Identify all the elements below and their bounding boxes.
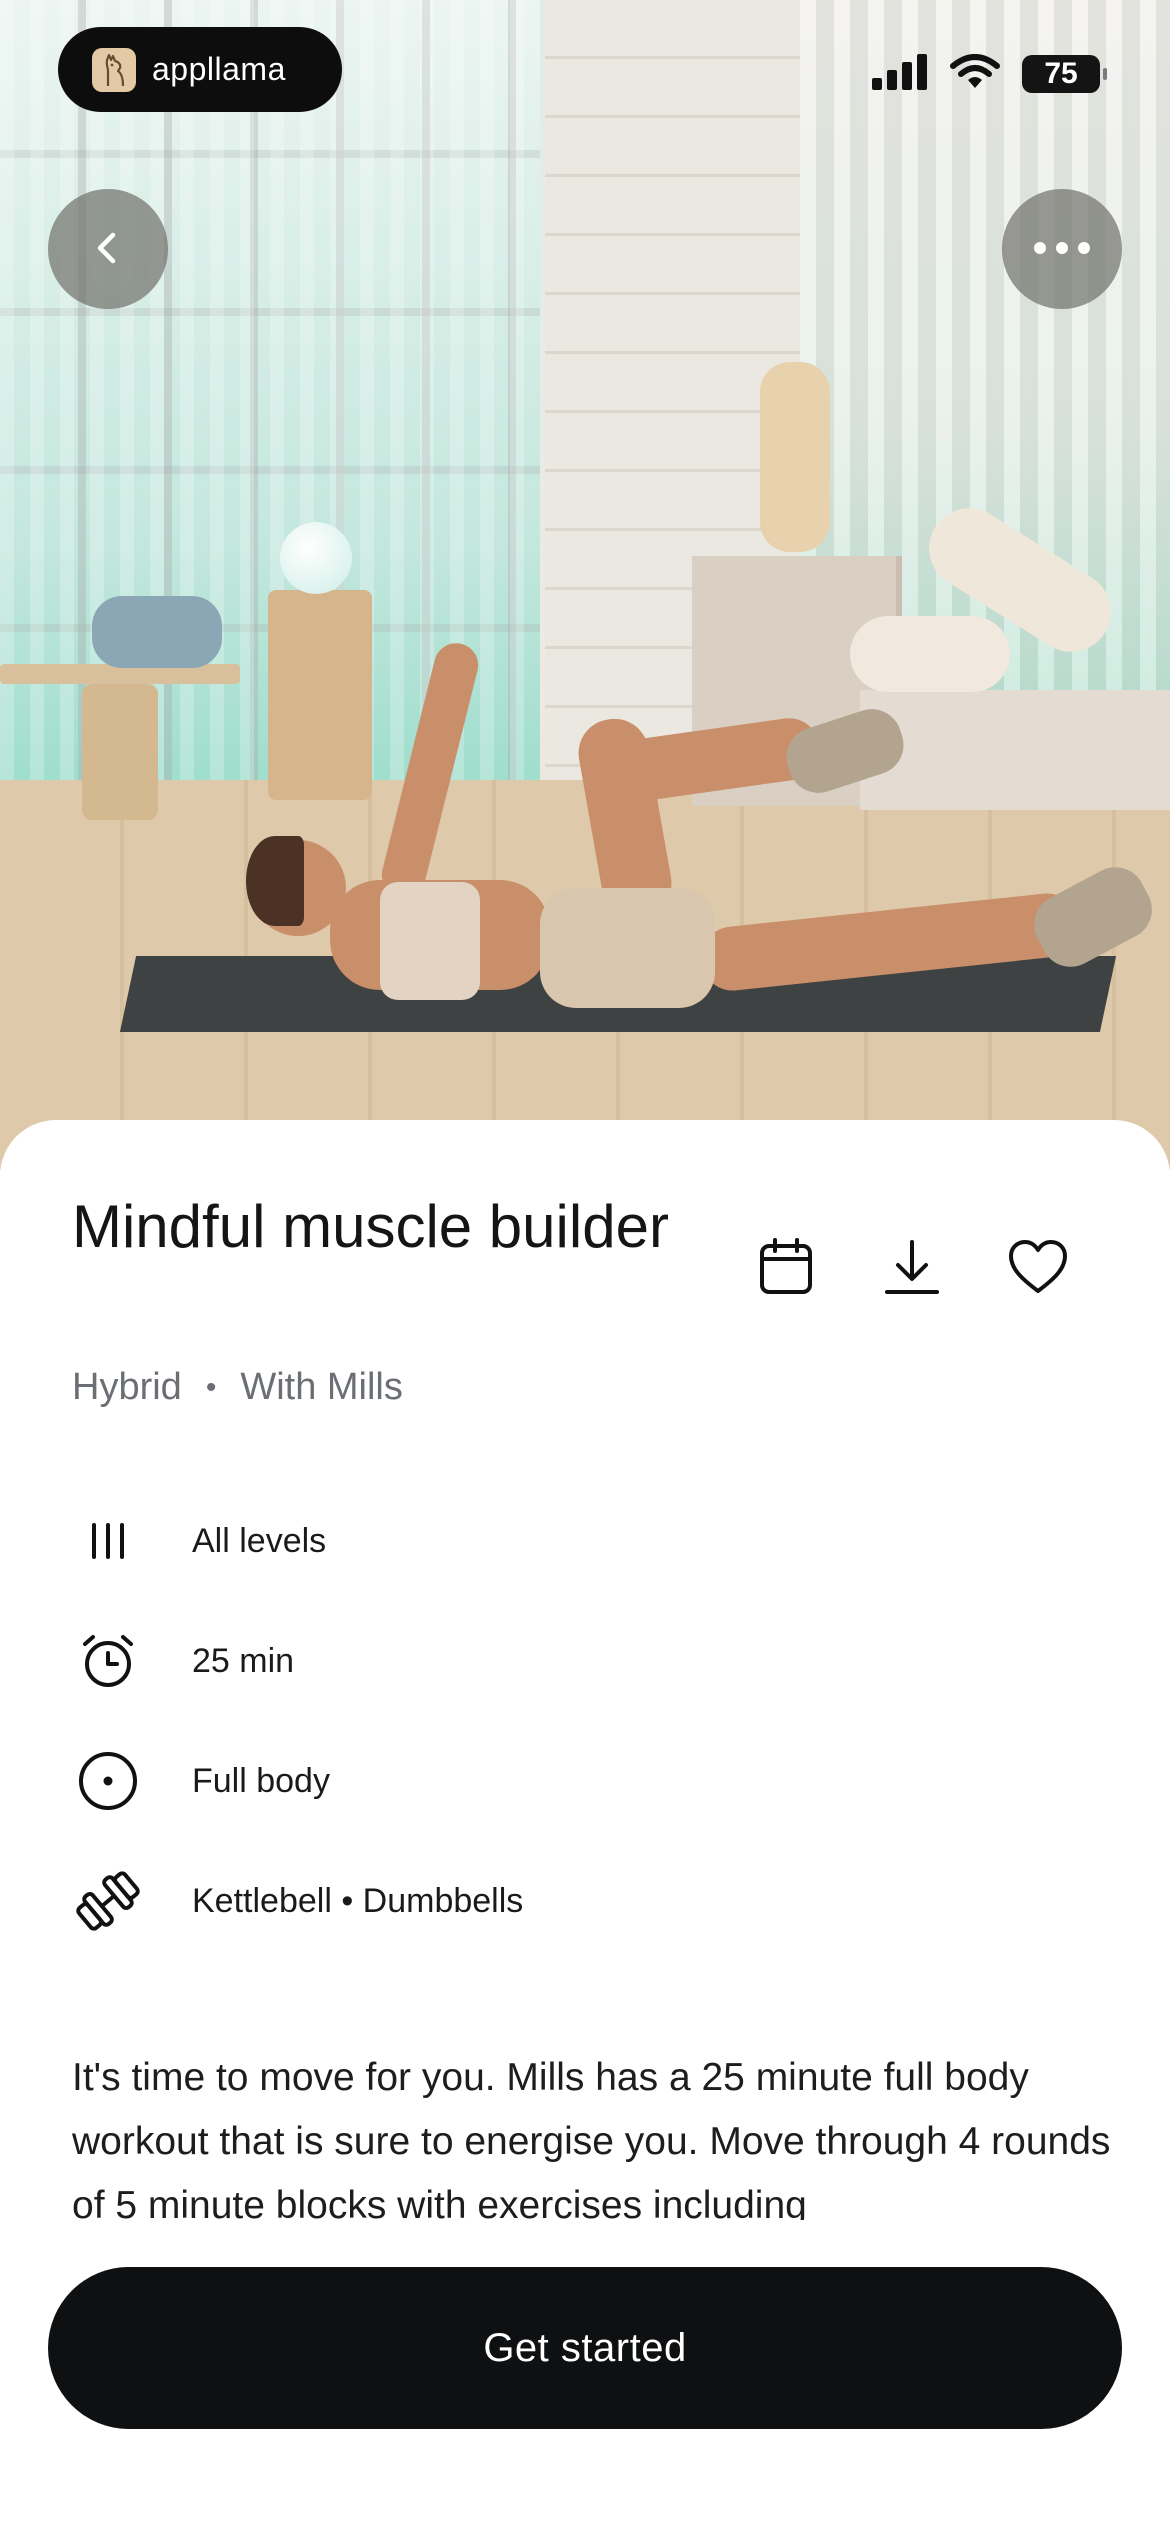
detail-level: All levels [72,1505,326,1577]
download-button[interactable] [876,1232,948,1304]
download-icon [884,1238,940,1299]
hero-figure-hair [246,836,304,926]
detail-equipment-label: Kettlebell • Dumbbells [192,1881,524,1920]
detail-level-label: All levels [192,1521,327,1560]
calendar-icon [759,1237,813,1299]
workout-hero-image [0,0,1170,1170]
more-horizontal-icon [1032,241,1092,258]
back-button[interactable] [48,189,168,309]
battery-indicator: 75 [1022,55,1107,93]
workout-meta: Hybrid • With Mills [72,1366,403,1409]
cellular-signal-icon [872,54,928,94]
app-brand-name: appllama [152,51,286,87]
favorite-button[interactable] [1002,1232,1074,1304]
detail-focus-label: Full body [192,1761,330,1800]
levels-icon [72,1505,144,1577]
meta-separator: • [205,1370,217,1404]
app-brand-pill: appllama [58,27,342,112]
chevron-left-icon [88,228,128,271]
hero-side-table-leg [82,684,158,820]
hero-figure-shorts [540,888,715,1008]
workout-title: Mindful muscle builder [72,1193,669,1260]
workout-category: Hybrid [72,1366,182,1408]
heart-icon [1008,1239,1068,1298]
wifi-icon [950,54,1000,94]
more-options-button[interactable] [1002,189,1122,309]
hero-bench [860,690,1170,810]
hero-pedestal [268,590,372,800]
hero-towels [92,596,222,668]
schedule-button[interactable] [750,1232,822,1304]
hero-lamp [760,362,830,552]
detail-equipment: Kettlebell • Dumbbells [72,1865,523,1937]
get-started-button[interactable]: Get started [48,2267,1122,2429]
workout-instructor: With Mills [240,1366,403,1408]
target-icon [72,1745,144,1817]
hero-bolster [850,616,1010,692]
hero-globe-lamp [280,522,352,594]
detail-duration: 25 min [72,1625,294,1697]
dumbbell-icon [72,1865,144,1937]
hero-figure-top [380,882,480,1000]
workout-description: It's time to move for you. Mills has a 2… [72,2056,1111,2220]
detail-duration-label: 25 min [192,1641,295,1680]
llama-icon [92,47,136,92]
status-bar: 75 [872,54,1107,94]
alarm-clock-icon [72,1625,144,1697]
detail-focus: Full body [72,1745,330,1817]
